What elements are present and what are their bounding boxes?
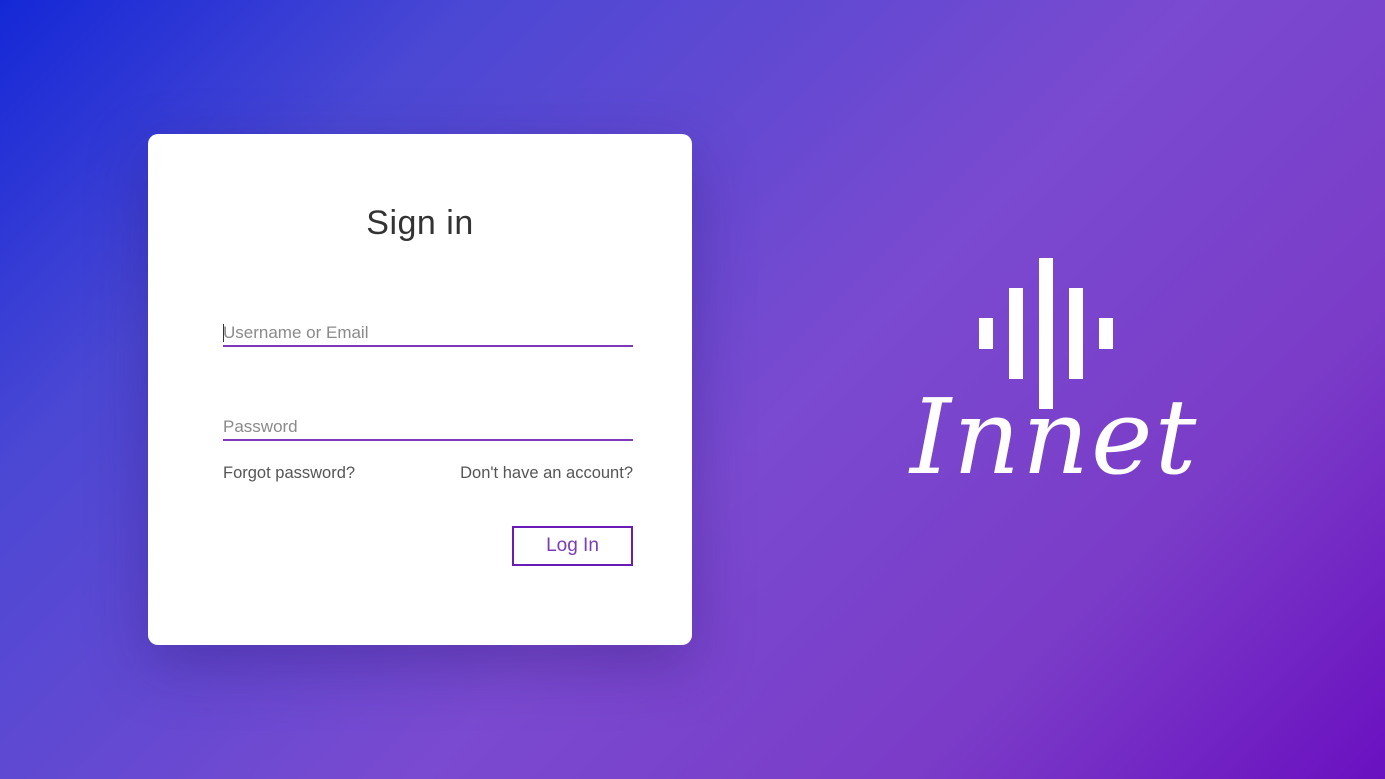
username-input[interactable] [223,321,633,347]
login-button[interactable]: Log In [512,526,633,566]
signin-card: Sign in Forgot password? Don't have an a… [148,134,692,645]
brand-logo: Innet [910,255,1199,525]
signup-link[interactable]: Don't have an account? [460,464,633,483]
page-title: Sign in [366,204,474,242]
text-cursor [223,324,224,342]
brand-wordmark: Innet [910,376,1199,498]
forgot-password-link[interactable]: Forgot password? [223,464,355,483]
password-input[interactable] [223,415,633,441]
